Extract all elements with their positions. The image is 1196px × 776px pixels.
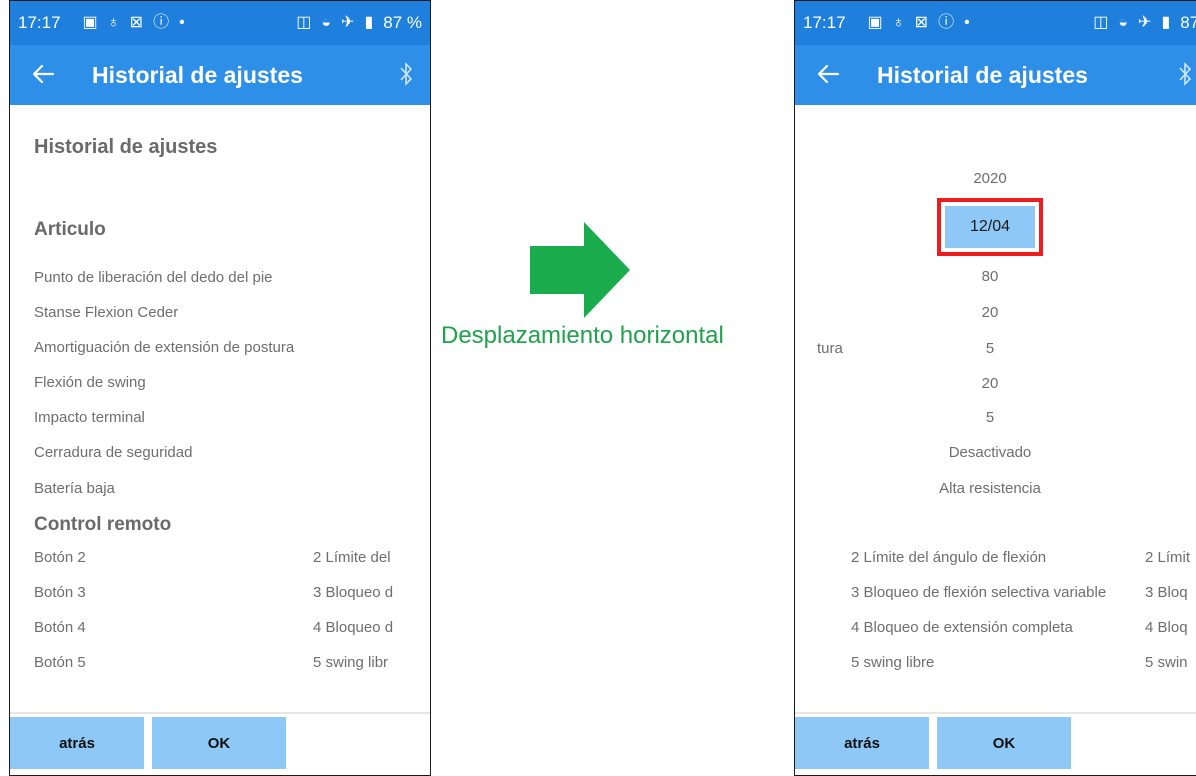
vibrate-icon: ◫ (1093, 14, 1109, 31)
list-item: Impacto terminal (34, 409, 145, 426)
wifi-icon: ◒ (1118, 14, 1129, 31)
date-highlight[interactable]: 12/04 (937, 198, 1043, 256)
dot-icon: • (964, 14, 970, 31)
remote-label: Botón 3 (34, 584, 86, 601)
back-arrow-icon[interactable] (30, 59, 56, 89)
setting-value: 20 (981, 304, 999, 321)
year-label: 2020 (973, 170, 1007, 187)
partial-item-label: tura (817, 340, 843, 357)
remote-value: 2 Límite del ángulo de flexión (851, 549, 1047, 566)
list-item: Cerradura de seguridad (34, 444, 193, 461)
setting-value: 5 (985, 340, 995, 357)
status-time: 17:17 (18, 13, 61, 32)
status-time: 17:17 (803, 13, 846, 32)
bluetooth-icon[interactable] (1177, 60, 1193, 88)
list-item: Amortiguación de extensión de postura (34, 339, 295, 356)
setting-value: 20 (981, 375, 999, 392)
remote-value: 5 swing libr (313, 654, 389, 671)
remote-value: 2 Límite del (313, 549, 391, 566)
appbar-title: Historial de ajustes (92, 62, 303, 88)
remote-label: Botón 2 (34, 549, 86, 566)
remote-label: Botón 5 (34, 654, 86, 671)
location-icon: ♁ (107, 14, 120, 31)
photo-icon: ⊠ (914, 14, 929, 31)
remote-value: 5 swing libre (851, 654, 935, 671)
list-item: Flexión de swing (34, 374, 146, 391)
list-item: Stanse Flexion Ceder (34, 304, 179, 321)
appbar-title: Historial de ajustes (877, 62, 1088, 88)
phone-screen-left: 17:17 ▣ ♁ ⊠ ⓘ • ◫ ◒ ✈ ▮ 87 % Historial d… (9, 0, 431, 776)
remote-value: 4 Bloqueo de extensión completa (851, 619, 1073, 636)
back-arrow-icon[interactable] (815, 59, 841, 89)
photo-icon: ⊠ (129, 14, 144, 31)
info-icon: ⓘ (153, 14, 170, 31)
vibrate-icon: ◫ (296, 14, 312, 31)
remote-value: 4 Bloqueo d (313, 619, 394, 636)
airplane-icon: ✈ (341, 14, 355, 31)
battery-percent: 87 % (383, 13, 422, 32)
page-title: Historial de ajustes (34, 136, 218, 158)
date-value: 12/04 (945, 206, 1035, 248)
remote-label: Botón 4 (34, 619, 86, 636)
section-control-remoto: Control remoto (34, 514, 172, 535)
status-bar: 17:17 ▣ ♁ ⊠ ⓘ • ◫ ◒ ✈ ▮ 87 % (10, 1, 430, 45)
divider (795, 712, 1196, 714)
back-button[interactable]: atrás (795, 717, 929, 769)
divider (10, 712, 430, 714)
remote-value: 3 Bloqueo de flexión selectiva variable (851, 584, 1107, 601)
phone-screen-right: 17:17 ▣ ♁ ⊠ ⓘ • ◫ ◒ ✈ ▮ 87 % Historial d… (794, 0, 1196, 776)
battery-icon: ▮ (1161, 14, 1171, 31)
list-item: Batería baja (34, 480, 115, 497)
wifi-icon: ◒ (321, 14, 332, 31)
setting-value: Desactivado (948, 444, 1032, 461)
info-icon: ⓘ (938, 14, 955, 31)
remote-value-next: 2 Límit (1145, 549, 1191, 566)
ok-button[interactable]: OK (152, 717, 286, 769)
bluetooth-icon[interactable] (398, 60, 414, 88)
setting-value: Alta resistencia (939, 480, 1041, 497)
status-bar: 17:17 ▣ ♁ ⊠ ⓘ • ◫ ◒ ✈ ▮ 87 % (795, 1, 1196, 45)
image-icon: ▣ (867, 14, 883, 31)
image-icon: ▣ (82, 14, 98, 31)
setting-value: 5 (985, 409, 995, 426)
section-articulo: Articulo (34, 219, 106, 240)
app-bar: Historial de ajustes (10, 45, 430, 105)
dot-icon: • (179, 14, 185, 31)
back-button[interactable]: atrás (10, 717, 144, 769)
remote-value-next: 3 Bloq (1145, 584, 1188, 601)
remote-value-next: 5 swin (1145, 654, 1188, 671)
setting-value: 80 (981, 268, 999, 285)
app-bar: Historial de ajustes (795, 45, 1196, 105)
remote-value: 3 Bloqueo d (313, 584, 394, 601)
right-arrow-icon (530, 222, 630, 318)
list-item: Punto de liberación del dedo del pie (34, 269, 273, 286)
battery-percent: 87 % (1180, 13, 1196, 32)
battery-icon: ▮ (364, 14, 374, 31)
scroll-caption: Desplazamiento horizontal (441, 322, 724, 349)
location-icon: ♁ (892, 14, 905, 31)
airplane-icon: ✈ (1138, 14, 1152, 31)
ok-button[interactable]: OK (937, 717, 1071, 769)
remote-value-next: 4 Bloq (1145, 619, 1188, 636)
